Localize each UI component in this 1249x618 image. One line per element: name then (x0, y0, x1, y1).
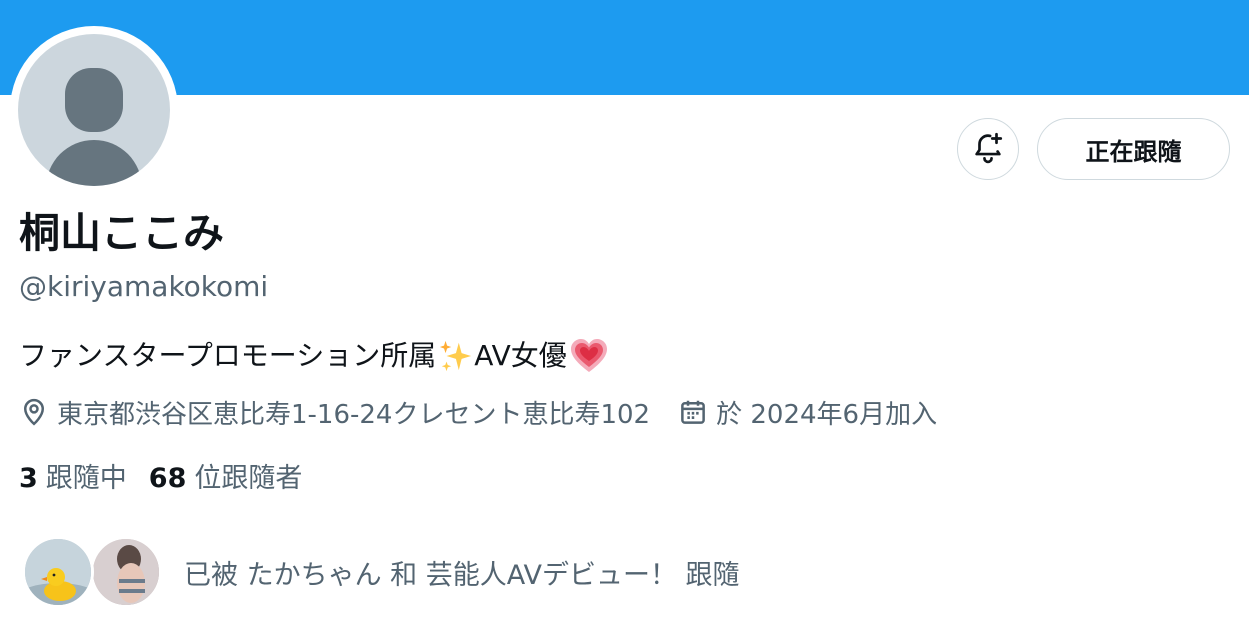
followers-you-know-text: 已被 たかちゃん 和 芸能人AVデビュー！ 跟隨 (184, 559, 740, 591)
bell-plus-icon (971, 130, 1005, 168)
followers-count: 68 (148, 462, 187, 494)
joined-item: 於 2024年6月加入 (678, 394, 937, 431)
followers-link[interactable]: 68 位跟隨者 (149, 456, 303, 495)
profile-bio: ファンスタープロモーション所属 AV女優 (19, 334, 611, 378)
profile-avatar-frame (10, 26, 178, 194)
default-avatar-head (65, 68, 123, 132)
follower-avatar-photo (90, 536, 162, 608)
growing-heart-emoji-icon (569, 338, 609, 374)
follow-stats: 3 跟隨中 68 位跟隨者 (19, 455, 302, 495)
user-handle: @kiriyamakokomi (19, 270, 269, 303)
location-pin-icon (19, 397, 49, 427)
following-link[interactable]: 3 跟隨中 (19, 456, 127, 495)
calendar-icon (678, 397, 708, 427)
bio-text: ファンスタープロモーション所属 (19, 339, 437, 372)
location-text: 東京都渋谷区恵比寿1-16-24クレセント恵比寿102 (57, 399, 651, 430)
sparkles-emoji-icon (438, 339, 472, 373)
following-label: 跟隨中 (45, 462, 127, 494)
following-count: 3 (19, 462, 38, 494)
profile-meta: 東京都渋谷区恵比寿1-16-24クレセント恵比寿102 於 2024年6月加入 (19, 392, 937, 432)
joined-text: 於 2024年6月加入 (716, 399, 938, 430)
following-button[interactable]: 正在跟隨 (1037, 118, 1230, 180)
location-item: 東京都渋谷区恵比寿1-16-24クレセント恵比寿102 (19, 394, 650, 431)
follower-avatar-rubber-duck (22, 536, 94, 608)
followers-you-know[interactable]: 已被 たかちゃん 和 芸能人AVデビュー！ 跟隨 (22, 536, 740, 608)
avatar[interactable] (18, 34, 170, 186)
followers-label: 位跟隨者 (194, 462, 303, 494)
display-name: 桐山ここみ (19, 209, 224, 257)
notify-button[interactable] (957, 118, 1019, 180)
profile-banner[interactable] (0, 0, 1249, 95)
default-avatar-body (46, 140, 142, 186)
bio-suffix: AV女優 (474, 339, 567, 372)
